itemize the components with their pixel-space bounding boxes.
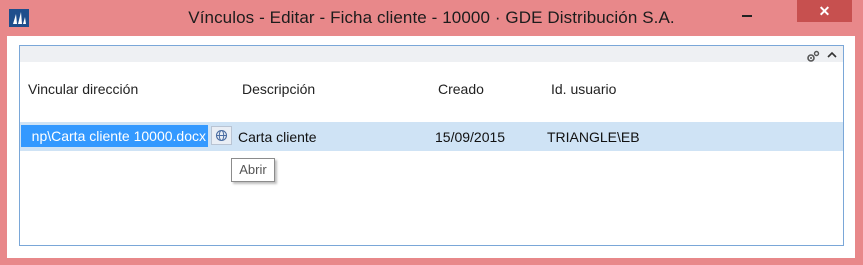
column-header-user-id[interactable]: Id. usuario [551,81,616,97]
gear-icon[interactable] [806,50,820,64]
link-path-field[interactable]: np\Carta cliente 10000.docx [21,125,208,147]
link-path-text: np\Carta cliente 10000.docx [31,128,206,144]
chevron-up-icon[interactable] [827,50,837,60]
column-header-created[interactable]: Creado [438,81,484,97]
table-row[interactable]: np\Carta cliente 10000.docx Carta client… [20,122,843,151]
minimize-button[interactable] [735,0,759,22]
window-content: Vincular dirección Descripción Creado Id… [7,36,855,258]
panel-toolbar [20,46,843,62]
links-panel: Vincular dirección Descripción Creado Id… [19,45,844,246]
created-cell: 15/09/2015 [435,129,506,145]
description-cell: Carta cliente [238,129,317,145]
open-link-button[interactable] [211,126,232,145]
title-bar[interactable]: Vínculos - Editar - Ficha cliente - 1000… [0,0,863,36]
minimize-icon [742,15,752,17]
column-header-link[interactable]: Vincular dirección [28,81,138,97]
close-button[interactable]: ✕ [797,0,852,22]
globe-icon [215,129,228,142]
column-header-description[interactable]: Descripción [242,81,315,97]
user-id-cell: TRIANGLE\EB [547,129,640,145]
open-tooltip: Abrir [231,158,275,182]
window-title: Vínculos - Editar - Ficha cliente - 1000… [188,8,675,27]
